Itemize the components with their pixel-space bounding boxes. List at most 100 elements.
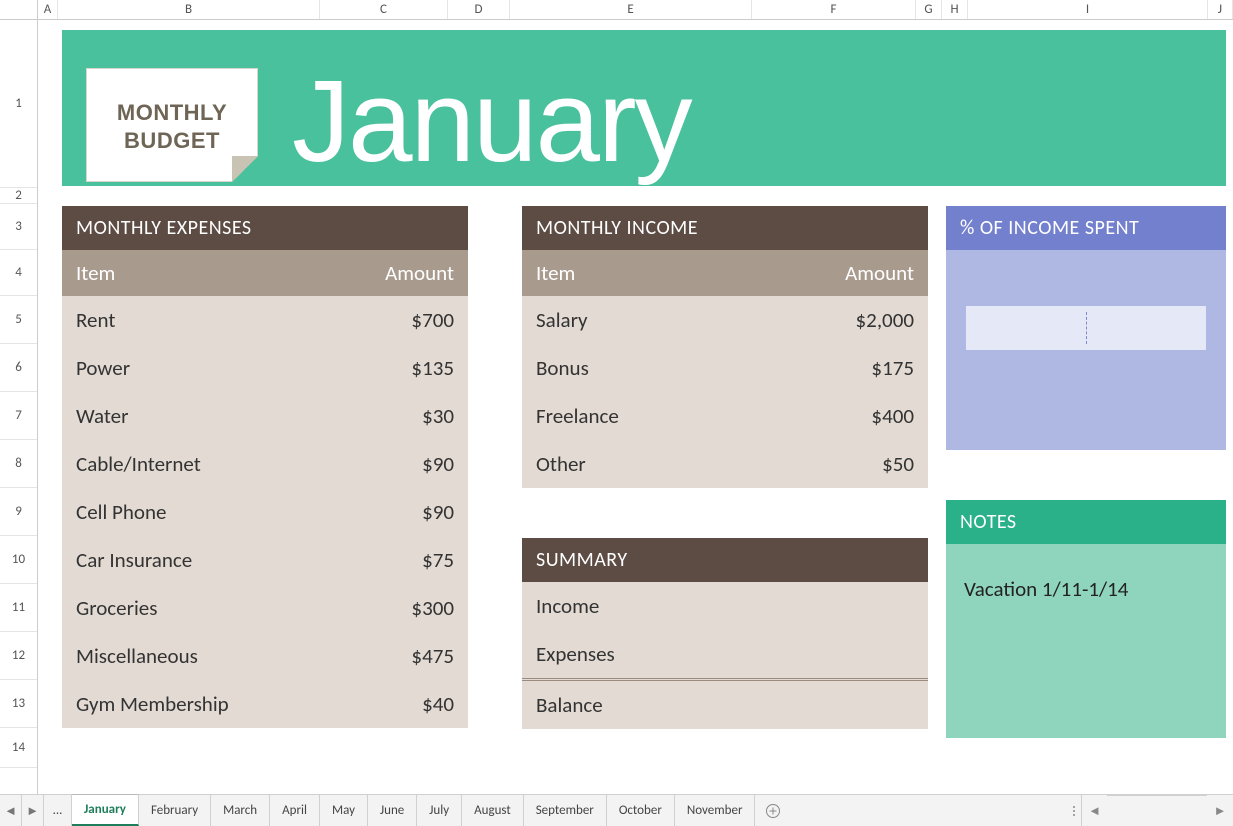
summary-value[interactable] [790, 681, 928, 729]
summary-value[interactable] [790, 582, 928, 630]
row-header[interactable]: 12 [0, 632, 37, 680]
summary-row[interactable]: Income [522, 582, 928, 630]
expense-amount[interactable]: $300 [350, 584, 468, 632]
income-amount[interactable]: $2,000 [790, 296, 928, 344]
tab-nav-overflow[interactable]: ... [44, 795, 72, 826]
expense-item[interactable]: Groceries [62, 584, 350, 632]
table-row[interactable]: Gym Membership$40 [62, 680, 468, 728]
income-item[interactable]: Bonus [522, 344, 790, 392]
column-header[interactable]: H [942, 0, 968, 19]
sheet-tab[interactable]: August [462, 795, 524, 826]
summary-value[interactable] [790, 630, 928, 678]
hscroll-right-icon[interactable]: ► [1207, 795, 1233, 826]
table-row[interactable]: Rent$700 [62, 296, 468, 344]
row-header[interactable]: 7 [0, 392, 37, 440]
sheet-tab[interactable]: March [211, 795, 270, 826]
income-item[interactable]: Other [522, 440, 790, 488]
expense-item[interactable]: Gym Membership [62, 680, 350, 728]
tab-nav-next-icon[interactable]: ► [22, 795, 44, 826]
table-row[interactable]: Car Insurance$75 [62, 536, 468, 584]
tabbar-splitter-handle[interactable] [1067, 795, 1081, 826]
expense-item[interactable]: Water [62, 392, 350, 440]
row-header[interactable]: 6 [0, 344, 37, 392]
column-header[interactable]: C [320, 0, 448, 19]
row-header[interactable]: 9 [0, 488, 37, 536]
column-header[interactable]: J [1208, 0, 1233, 19]
income-item[interactable]: Salary [522, 296, 790, 344]
table-row[interactable]: Miscellaneous$475 [62, 632, 468, 680]
column-header[interactable]: A [38, 0, 58, 19]
row-header[interactable]: 2 [0, 188, 37, 204]
row-header[interactable]: 13 [0, 680, 37, 728]
table-row[interactable]: Water$30 [62, 392, 468, 440]
sheet-tab[interactable]: February [139, 795, 211, 826]
hscroll-track[interactable] [1107, 795, 1207, 826]
hscroll-left-icon[interactable]: ◄ [1081, 795, 1107, 826]
expense-item[interactable]: Cable/Internet [62, 440, 350, 488]
summary-row[interactable]: Balance [522, 678, 928, 729]
expense-amount[interactable]: $700 [350, 296, 468, 344]
table-row[interactable]: Cell Phone$90 [62, 488, 468, 536]
row-header[interactable]: 11 [0, 584, 37, 632]
expense-amount[interactable]: $90 [350, 440, 468, 488]
table-row[interactable]: Bonus$175 [522, 344, 928, 392]
income-item[interactable]: Freelance [522, 392, 790, 440]
table-row[interactable]: Salary$2,000 [522, 296, 928, 344]
row-header[interactable]: 10 [0, 536, 37, 584]
expense-item[interactable]: Cell Phone [62, 488, 350, 536]
expense-item[interactable]: Power [62, 344, 350, 392]
expense-amount[interactable]: $475 [350, 632, 468, 680]
table-row[interactable]: Freelance$400 [522, 392, 928, 440]
row-header[interactable]: 1 [0, 20, 37, 188]
sheet-tab[interactable]: October [607, 795, 675, 826]
budget-label-1: MONTHLY [87, 99, 257, 127]
expense-amount[interactable]: $135 [350, 344, 468, 392]
summary-label[interactable]: Expenses [522, 630, 790, 678]
sheet-tab[interactable]: January [72, 794, 139, 826]
row-header[interactable]: 8 [0, 440, 37, 488]
expenses-card: MONTHLY EXPENSES Item Amount Rent$700Pow… [62, 206, 468, 728]
sheet-tab[interactable]: July [417, 795, 462, 826]
column-headers: ABCDEFGHIJ [0, 0, 1233, 20]
worksheet-area[interactable]: MONTHLY BUDGET January MONTHLY EXPENSES … [38, 20, 1233, 794]
income-amount[interactable]: $175 [790, 344, 928, 392]
column-header[interactable]: B [58, 0, 320, 19]
expense-amount[interactable]: $90 [350, 488, 468, 536]
income-col-item: Item [522, 250, 790, 296]
table-row[interactable]: Other$50 [522, 440, 928, 488]
expense-amount[interactable]: $40 [350, 680, 468, 728]
sheet-tab[interactable]: June [368, 795, 417, 826]
expense-amount[interactable]: $30 [350, 392, 468, 440]
sheet-tab[interactable]: September [524, 795, 607, 826]
table-row[interactable]: Power$135 [62, 344, 468, 392]
row-header[interactable]: 5 [0, 296, 37, 344]
expense-item[interactable]: Car Insurance [62, 536, 350, 584]
header-banner: MONTHLY BUDGET January [62, 30, 1226, 186]
income-amount[interactable]: $50 [790, 440, 928, 488]
table-row[interactable]: Cable/Internet$90 [62, 440, 468, 488]
tab-nav-prev-icon[interactable]: ◄ [0, 795, 22, 826]
income-amount[interactable]: $400 [790, 392, 928, 440]
column-header[interactable]: G [916, 0, 942, 19]
new-sheet-button[interactable] [755, 795, 791, 826]
summary-label[interactable]: Income [522, 582, 790, 630]
column-header[interactable]: D [448, 0, 510, 19]
column-header[interactable]: E [510, 0, 752, 19]
table-row[interactable]: Groceries$300 [62, 584, 468, 632]
expense-item[interactable]: Miscellaneous [62, 632, 350, 680]
row-header[interactable]: 14 [0, 728, 37, 768]
expenses-col-item: Item [62, 250, 350, 296]
expense-item[interactable]: Rent [62, 296, 350, 344]
income-col-amount: Amount [790, 250, 928, 296]
notes-text[interactable]: Vacation 1/11-1/14 [946, 544, 1226, 634]
sheet-tab[interactable]: November [675, 795, 756, 826]
sheet-tab[interactable]: April [270, 795, 320, 826]
expense-amount[interactable]: $75 [350, 536, 468, 584]
summary-label[interactable]: Balance [522, 681, 790, 729]
column-header[interactable]: F [752, 0, 916, 19]
summary-row[interactable]: Expenses [522, 630, 928, 678]
sheet-tab[interactable]: May [320, 795, 368, 826]
row-header[interactable]: 4 [0, 250, 37, 296]
column-header[interactable]: I [968, 0, 1208, 19]
row-header[interactable]: 3 [0, 204, 37, 250]
